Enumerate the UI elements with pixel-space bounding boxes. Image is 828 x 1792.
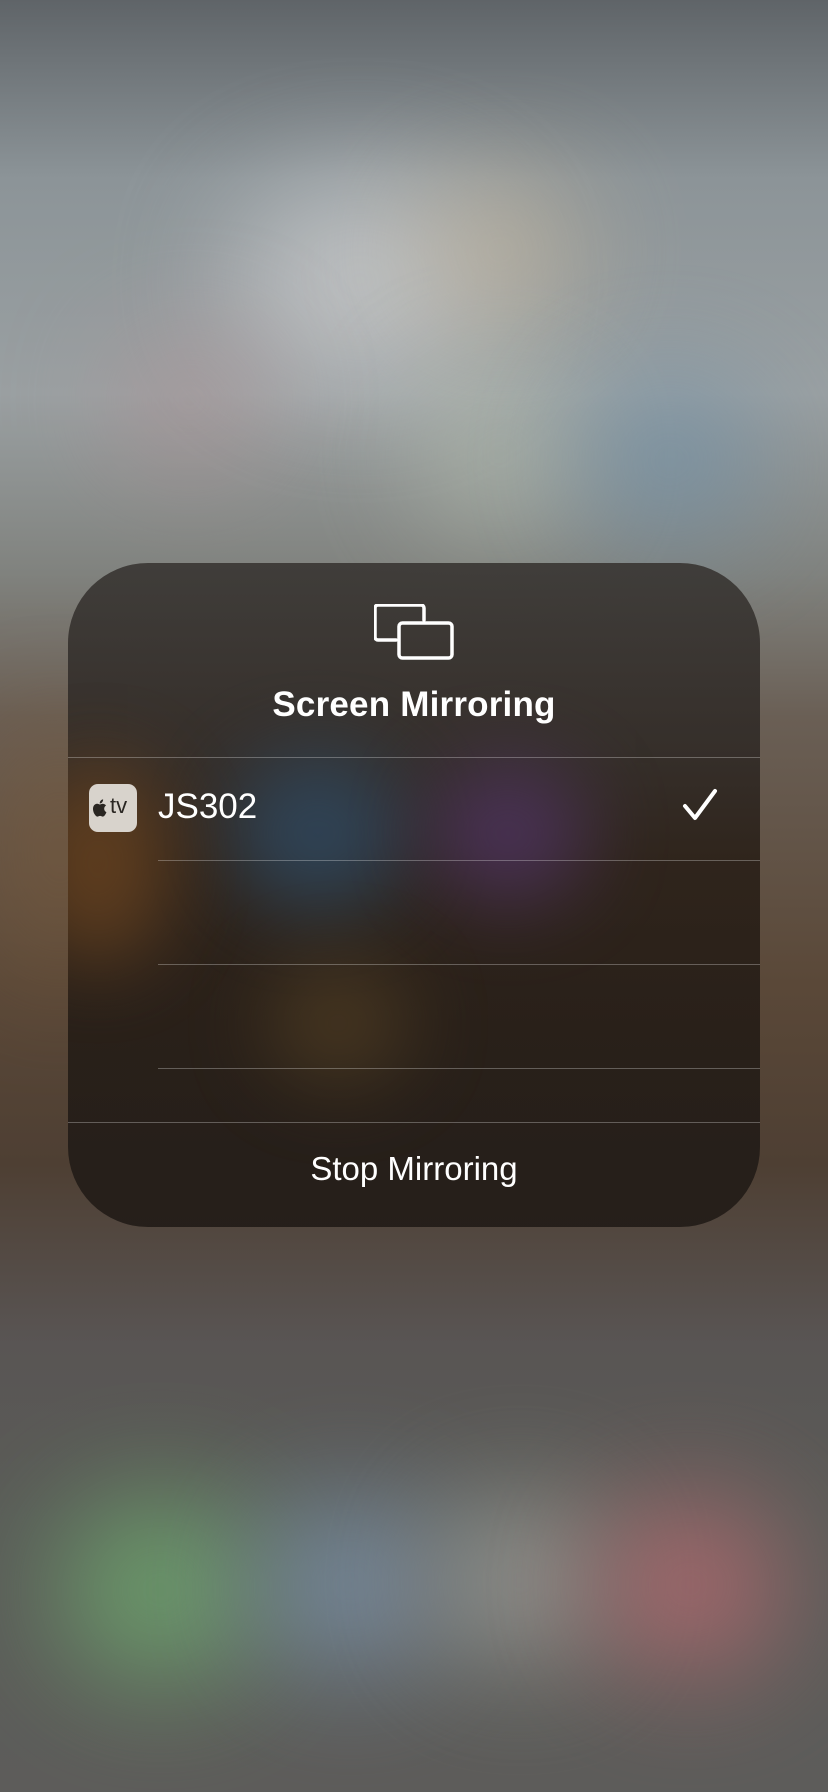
stop-mirroring-label: Stop Mirroring [310,1149,518,1187]
control-center-screen: Screen Mirroring tv JS302 Stop Mirroring [0,0,828,1792]
apple-tv-label: tv [110,793,128,818]
screen-mirroring-panel: Screen Mirroring tv JS302 Stop Mirroring [68,563,760,1227]
blurred-background [60,1500,260,1680]
blurred-background [600,1500,780,1670]
blurred-background [420,180,580,320]
stop-mirroring-button[interactable]: Stop Mirroring [68,1122,760,1227]
screen-mirroring-icon [374,604,454,660]
checkmark-icon [683,789,717,820]
blurred-background [120,340,260,460]
device-name: JS302 [158,787,258,826]
blurred-background [580,380,760,540]
device-row-empty[interactable] [68,964,760,1067]
blurred-background [260,1500,440,1670]
apple-tv-icon: tv [89,784,137,832]
blurred-background [420,380,580,530]
panel-title: Screen Mirroring [272,685,556,724]
divider [158,1068,760,1069]
blurred-background [440,1500,600,1660]
device-row-js302[interactable]: tv JS302 [68,757,760,860]
device-row-empty[interactable] [68,860,760,963]
panel-header: Screen Mirroring [68,563,760,757]
